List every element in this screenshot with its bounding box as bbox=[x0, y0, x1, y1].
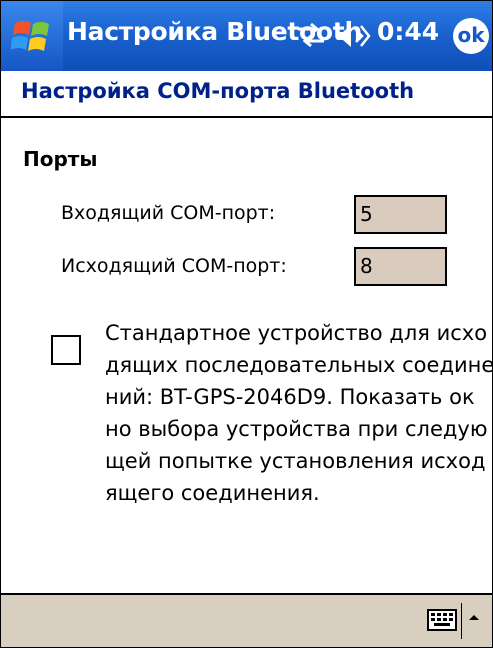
description-line: ний: BT-GPS-2046D9. Показать ок bbox=[105, 385, 475, 409]
start-button[interactable] bbox=[1, 1, 63, 71]
screen: Настройка Bluetooth 0:44 ok Настройка CO… bbox=[0, 0, 493, 648]
incoming-port-label: Входящий COM-порт: bbox=[61, 202, 276, 224]
sip-divider bbox=[461, 603, 462, 639]
windows-start-icon bbox=[11, 21, 49, 51]
description-line: Стандартное устройство для исхо bbox=[105, 321, 488, 345]
volume-icon[interactable] bbox=[335, 21, 371, 51]
outgoing-port-label: Исходящий COM-порт: bbox=[61, 255, 287, 277]
description-line: но выбора устройства при следую bbox=[105, 417, 488, 441]
outgoing-port-field[interactable]: 8 bbox=[354, 247, 447, 286]
connectivity-icon[interactable] bbox=[295, 22, 327, 48]
ports-section-title: Порты bbox=[23, 147, 98, 171]
ok-button[interactable]: ok bbox=[453, 18, 489, 54]
description-line: дящих последовательных соедине bbox=[105, 353, 493, 377]
incoming-port-field[interactable]: 5 bbox=[354, 195, 447, 234]
keyboard-icon[interactable] bbox=[427, 609, 457, 631]
default-device-checkbox[interactable] bbox=[51, 335, 81, 365]
up-arrow-icon[interactable] bbox=[466, 611, 482, 625]
description-line: щей попытке установления исход bbox=[105, 449, 486, 473]
description-line: ящего соединения. bbox=[105, 481, 320, 505]
page-title: Настройка COM-порта Bluetooth bbox=[21, 79, 415, 103]
header-divider bbox=[1, 116, 492, 118]
clock[interactable]: 0:44 bbox=[377, 17, 439, 46]
page-header: Настройка COM-порта Bluetooth bbox=[1, 71, 492, 117]
menu-bar bbox=[1, 593, 492, 647]
title-bar: Настройка Bluetooth 0:44 ok bbox=[1, 1, 492, 71]
default-device-description: Стандартное устройство для исхо дящих по… bbox=[105, 317, 493, 509]
